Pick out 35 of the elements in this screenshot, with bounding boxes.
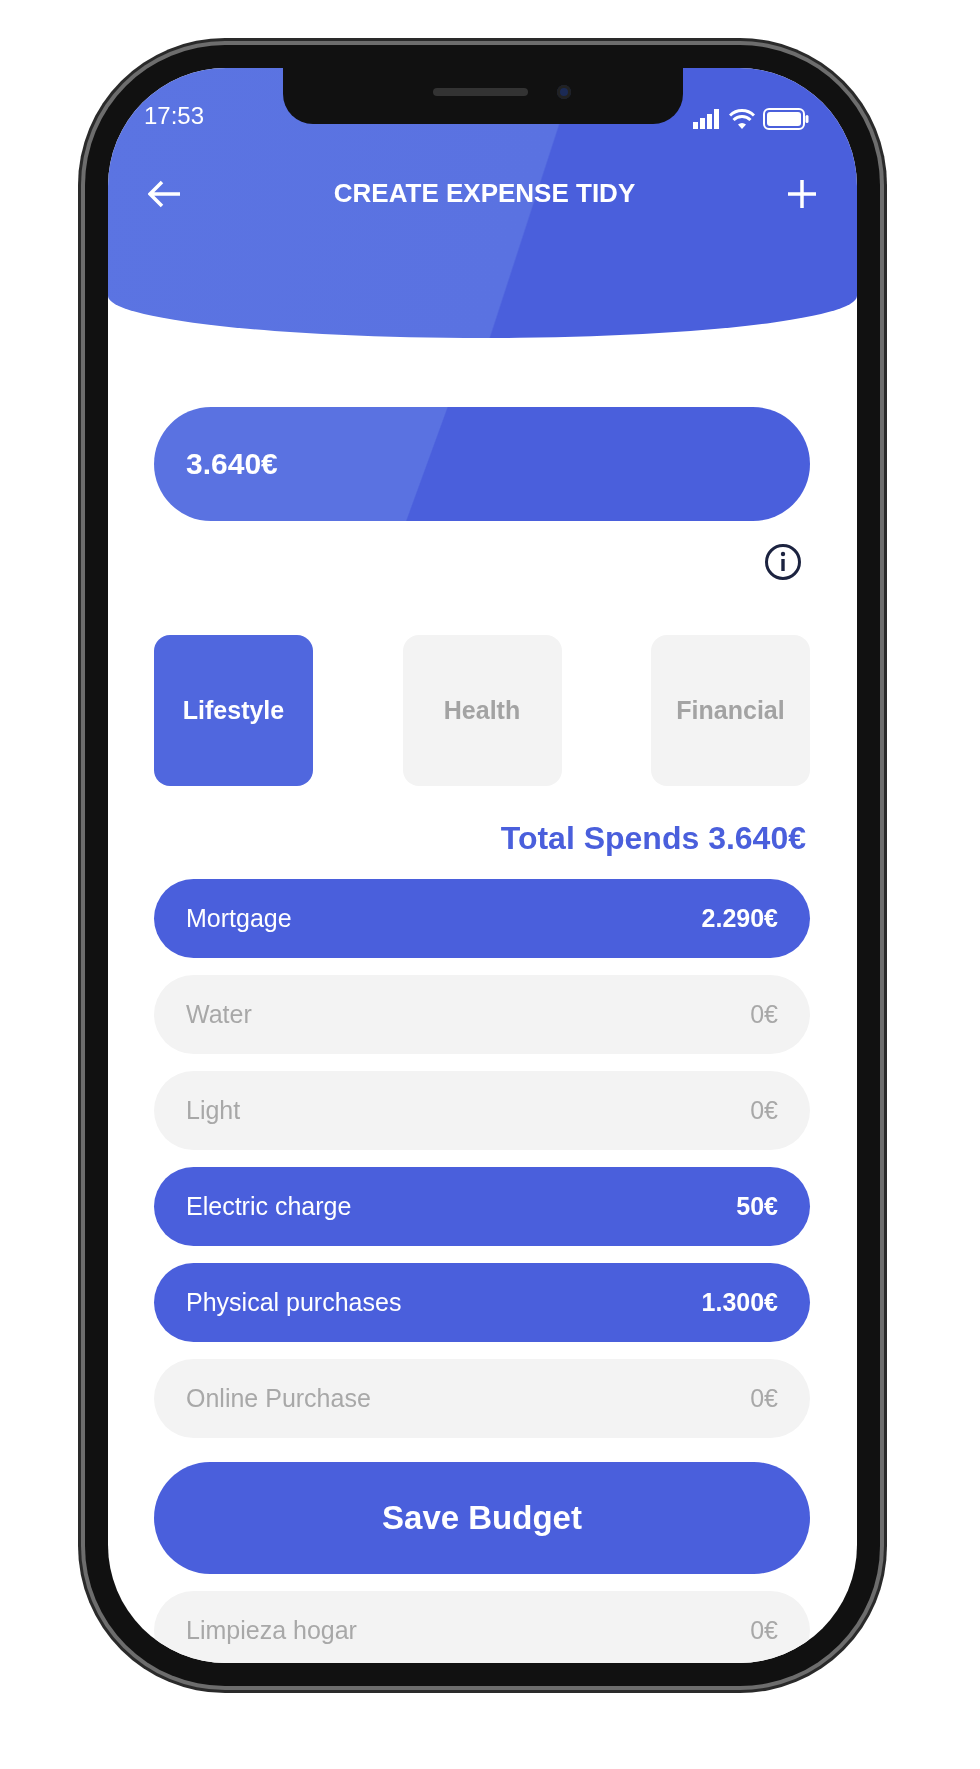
expense-row[interactable]: Online Purchase 0€	[154, 1359, 810, 1438]
save-budget-button[interactable]: Save Budget	[154, 1462, 810, 1574]
expense-row[interactable]: Physical purchases 1.300€	[154, 1263, 810, 1342]
category-tab[interactable]: Health	[402, 635, 562, 786]
expense-row[interactable]: Limpieza hogar 0€	[154, 1591, 810, 1663]
expense-amount: 0€	[750, 1616, 778, 1645]
add-button[interactable]	[787, 178, 817, 209]
expense-name: Mortgage	[186, 904, 292, 933]
wifi-icon	[729, 109, 755, 129]
screen-title: CREATE EXPENSE TIDY	[333, 178, 636, 209]
total-spends: Total Spends 3.640€	[500, 820, 806, 857]
expense-row[interactable]: Mortgage 2.290€	[154, 879, 810, 958]
back-button[interactable]	[148, 179, 182, 208]
signal-icon	[693, 109, 721, 129]
category-tab[interactable]: Lifestyle	[154, 635, 313, 786]
expense-name: Electric charge	[186, 1192, 352, 1221]
expense-amount: 2.290€	[701, 904, 778, 933]
status-time: 17:53	[144, 102, 205, 130]
expense-amount: 50€	[736, 1192, 778, 1221]
info-icon[interactable]	[764, 543, 802, 581]
expense-row[interactable]: Electric charge 50€	[154, 1167, 810, 1246]
expense-amount: 0€	[750, 1000, 778, 1029]
expense-name: Online Purchase	[186, 1384, 371, 1413]
expense-amount: 1.300€	[701, 1288, 778, 1317]
expense-row[interactable]: Water 0€	[154, 975, 810, 1054]
expense-name: Physical purchases	[186, 1288, 402, 1317]
battery-icon	[763, 108, 809, 130]
category-tab[interactable]: Financial	[651, 635, 810, 786]
expense-name: Limpieza hogar	[186, 1616, 357, 1645]
expense-amount: 0€	[750, 1384, 778, 1413]
budget-amount-field[interactable]: 3.640€	[154, 407, 810, 521]
expense-name: Water	[186, 1000, 252, 1029]
expense-amount: 0€	[750, 1096, 778, 1125]
expense-row[interactable]: Light 0€	[154, 1071, 810, 1150]
expense-name: Light	[186, 1096, 241, 1125]
